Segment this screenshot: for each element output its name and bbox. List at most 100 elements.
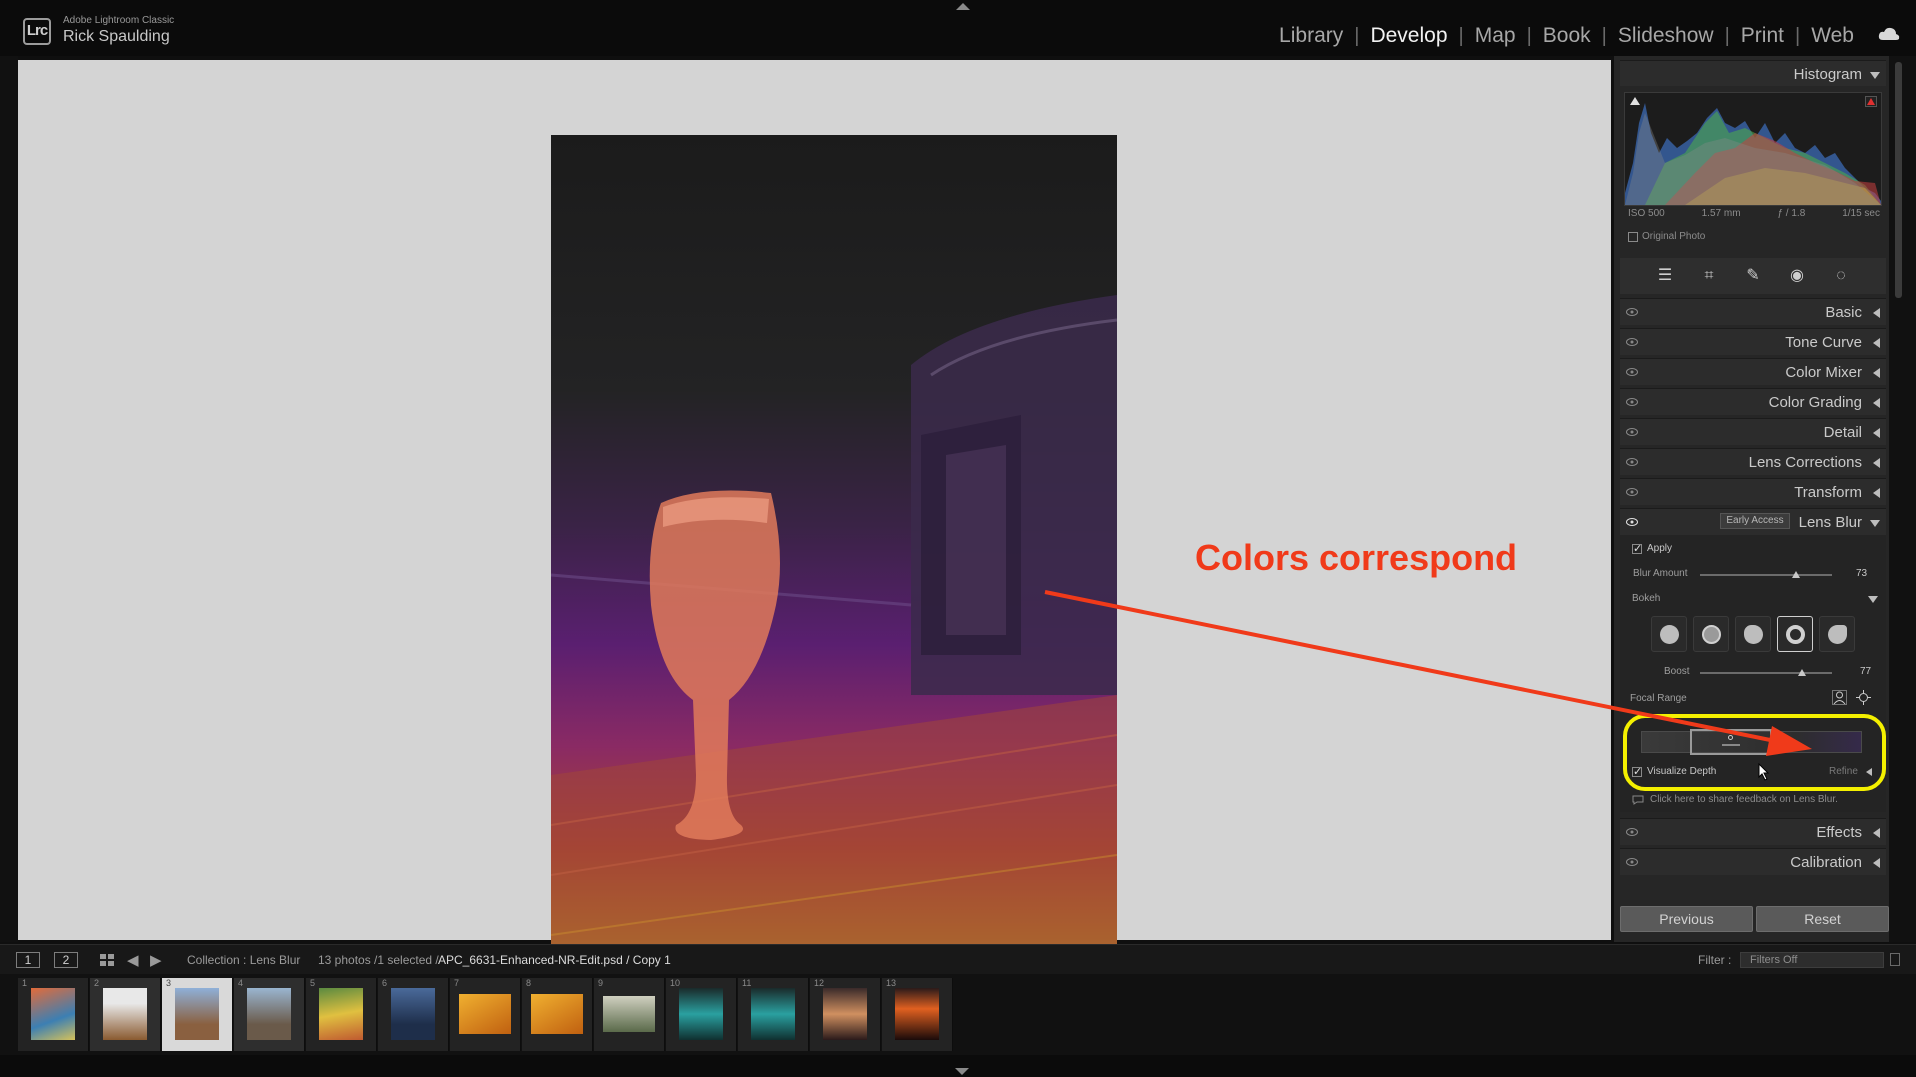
filmstrip-toolbar: 1 2 ◀ ▶ Collection : Lens Blur 13 photos… xyxy=(0,944,1916,974)
filmstrip-thumbnail[interactable]: 8 xyxy=(522,978,593,1051)
expand-triangle-icon[interactable] xyxy=(1873,368,1880,378)
histogram-header[interactable]: Histogram xyxy=(1620,60,1886,86)
cloud-sync-icon[interactable] xyxy=(1877,25,1901,43)
point-focus-target-icon[interactable] xyxy=(1856,690,1871,705)
next-arrow-icon[interactable]: ▶ xyxy=(150,951,162,969)
bokeh-circle-button[interactable] xyxy=(1651,616,1687,652)
healing-icon[interactable]: ✎ xyxy=(1743,266,1763,286)
panel-tone-curve[interactable]: Tone Curve xyxy=(1620,328,1886,355)
filmstrip-thumbnail[interactable]: 10 xyxy=(666,978,737,1051)
eye-icon[interactable] xyxy=(1626,858,1638,866)
expand-triangle-icon[interactable] xyxy=(1873,828,1880,838)
eye-icon[interactable] xyxy=(1626,518,1638,526)
bokeh-menu-triangle-icon[interactable] xyxy=(1868,596,1878,603)
eye-icon[interactable] xyxy=(1626,398,1638,406)
expand-triangle-icon[interactable] xyxy=(1873,398,1880,408)
panel-effects[interactable]: Effects xyxy=(1620,818,1886,845)
module-book[interactable]: Book xyxy=(1541,24,1593,48)
shadow-clipping-icon[interactable] xyxy=(1630,97,1640,105)
filmstrip-thumbnail[interactable]: 4 xyxy=(234,978,305,1051)
collapse-top-panel-icon[interactable] xyxy=(956,3,970,10)
blur-amount-value[interactable]: 73 xyxy=(1856,568,1867,579)
module-print[interactable]: Print xyxy=(1739,24,1786,48)
expand-triangle-icon[interactable] xyxy=(1873,458,1880,468)
filmstrip-thumbnail[interactable]: 5 xyxy=(306,978,377,1051)
lens-blur-feedback-link[interactable]: Click here to share feedback on Lens Blu… xyxy=(1632,794,1838,805)
expand-triangle-icon[interactable] xyxy=(1873,338,1880,348)
expand-triangle-icon[interactable] xyxy=(1873,858,1880,868)
right-panel-scrollbar[interactable] xyxy=(1895,62,1902,298)
previous-button[interactable]: Previous xyxy=(1620,906,1753,932)
filmstrip-thumbnail[interactable]: 9 xyxy=(594,978,665,1051)
original-photo-checkbox[interactable] xyxy=(1628,231,1638,242)
panel-transform[interactable]: Transform xyxy=(1620,478,1886,505)
boost-slider-thumb[interactable] xyxy=(1797,669,1806,676)
expand-triangle-icon[interactable] xyxy=(1873,428,1880,438)
blur-amount-slider-thumb[interactable] xyxy=(1792,571,1801,578)
filmstrip-thumbnail[interactable]: 2 xyxy=(90,978,161,1051)
panel-lens-corrections[interactable]: Lens Corrections xyxy=(1620,448,1886,475)
bokeh-bubble-button[interactable] xyxy=(1693,616,1729,652)
blur-amount-slider[interactable] xyxy=(1700,574,1832,576)
panel-color-mixer[interactable]: Color Mixer xyxy=(1620,358,1886,385)
eye-icon[interactable] xyxy=(1626,828,1638,836)
selected-filename[interactable]: APC_6631-Enhanced-NR-Edit.psd / Copy 1 xyxy=(438,953,671,967)
eye-icon[interactable] xyxy=(1626,458,1638,466)
red-eye-icon[interactable]: ◉ xyxy=(1787,266,1807,286)
module-develop[interactable]: Develop xyxy=(1368,24,1449,48)
eye-icon[interactable] xyxy=(1626,428,1638,436)
module-map[interactable]: Map xyxy=(1473,24,1518,48)
panel-basic[interactable]: Basic xyxy=(1620,298,1886,325)
boost-value[interactable]: 77 xyxy=(1860,666,1871,677)
eye-icon[interactable] xyxy=(1626,308,1638,316)
eye-icon[interactable] xyxy=(1626,338,1638,346)
filmstrip-thumbnail[interactable]: 12 xyxy=(810,978,881,1051)
image-canvas[interactable] xyxy=(18,60,1611,984)
collection-name[interactable]: Collection : Lens Blur xyxy=(187,953,300,967)
module-library[interactable]: Library xyxy=(1277,24,1345,48)
secondary-window-button[interactable]: 2 xyxy=(54,952,78,968)
masking-icon[interactable]: ◌ xyxy=(1831,266,1851,286)
previous-arrow-icon[interactable]: ◀ xyxy=(127,951,139,969)
reset-button[interactable]: Reset xyxy=(1756,906,1889,932)
module-slideshow[interactable]: Slideshow xyxy=(1616,24,1716,48)
expand-triangle-icon[interactable] xyxy=(1873,308,1880,318)
eye-icon[interactable] xyxy=(1626,488,1638,496)
right-panel-edge[interactable] xyxy=(1889,56,1916,942)
panel-calibration[interactable]: Calibration xyxy=(1620,848,1886,875)
bokeh-bubble-icon xyxy=(1702,625,1721,644)
subject-focus-icon[interactable] xyxy=(1832,690,1847,705)
filter-dropdown[interactable]: Filters Off xyxy=(1740,952,1884,968)
filmstrip-thumbnail[interactable]: 6 xyxy=(378,978,449,1051)
depth-visualized-photo[interactable] xyxy=(551,135,1117,984)
filmstrip-thumbnail[interactable]: 1 xyxy=(18,978,89,1051)
apply-toggle[interactable]: Apply xyxy=(1632,542,1672,555)
histogram-graph[interactable] xyxy=(1624,92,1882,206)
crop-icon[interactable]: ⌗ xyxy=(1699,266,1719,286)
grid-view-icon[interactable] xyxy=(100,954,114,967)
collapse-filmstrip-icon[interactable] xyxy=(955,1068,969,1075)
apply-checkbox[interactable] xyxy=(1632,542,1642,555)
module-web[interactable]: Web xyxy=(1809,24,1856,48)
bokeh-5-blade-button[interactable] xyxy=(1735,616,1771,652)
filmstrip-thumbnail-selected[interactable]: 3 xyxy=(162,978,233,1051)
panel-detail[interactable]: Detail xyxy=(1620,418,1886,445)
panel-color-grading[interactable]: Color Grading xyxy=(1620,388,1886,415)
bokeh-ring-button[interactable] xyxy=(1777,616,1813,652)
collapse-triangle-icon[interactable] xyxy=(1870,520,1880,527)
expand-triangle-icon[interactable] xyxy=(1873,488,1880,498)
boost-slider[interactable] xyxy=(1700,672,1832,674)
original-photo-toggle[interactable]: Original Photo xyxy=(1628,231,1705,242)
filmstrip-thumbnail[interactable]: 11 xyxy=(738,978,809,1051)
highlight-clipping-icon[interactable] xyxy=(1865,96,1877,107)
eye-icon[interactable] xyxy=(1626,368,1638,376)
shutter-value: 1/15 sec xyxy=(1842,208,1880,219)
filmstrip-thumbnail[interactable]: 13 xyxy=(882,978,953,1051)
filmstrip-thumbnail[interactable]: 7 xyxy=(450,978,521,1051)
main-window-button[interactable]: 1 xyxy=(16,952,40,968)
collapse-triangle-icon[interactable] xyxy=(1870,72,1880,79)
filter-lock-icon[interactable] xyxy=(1890,953,1900,966)
left-panel-collapsed[interactable] xyxy=(0,56,18,942)
bokeh-cat-eye-button[interactable] xyxy=(1819,616,1855,652)
edit-sliders-icon[interactable]: ☰ xyxy=(1655,266,1675,286)
